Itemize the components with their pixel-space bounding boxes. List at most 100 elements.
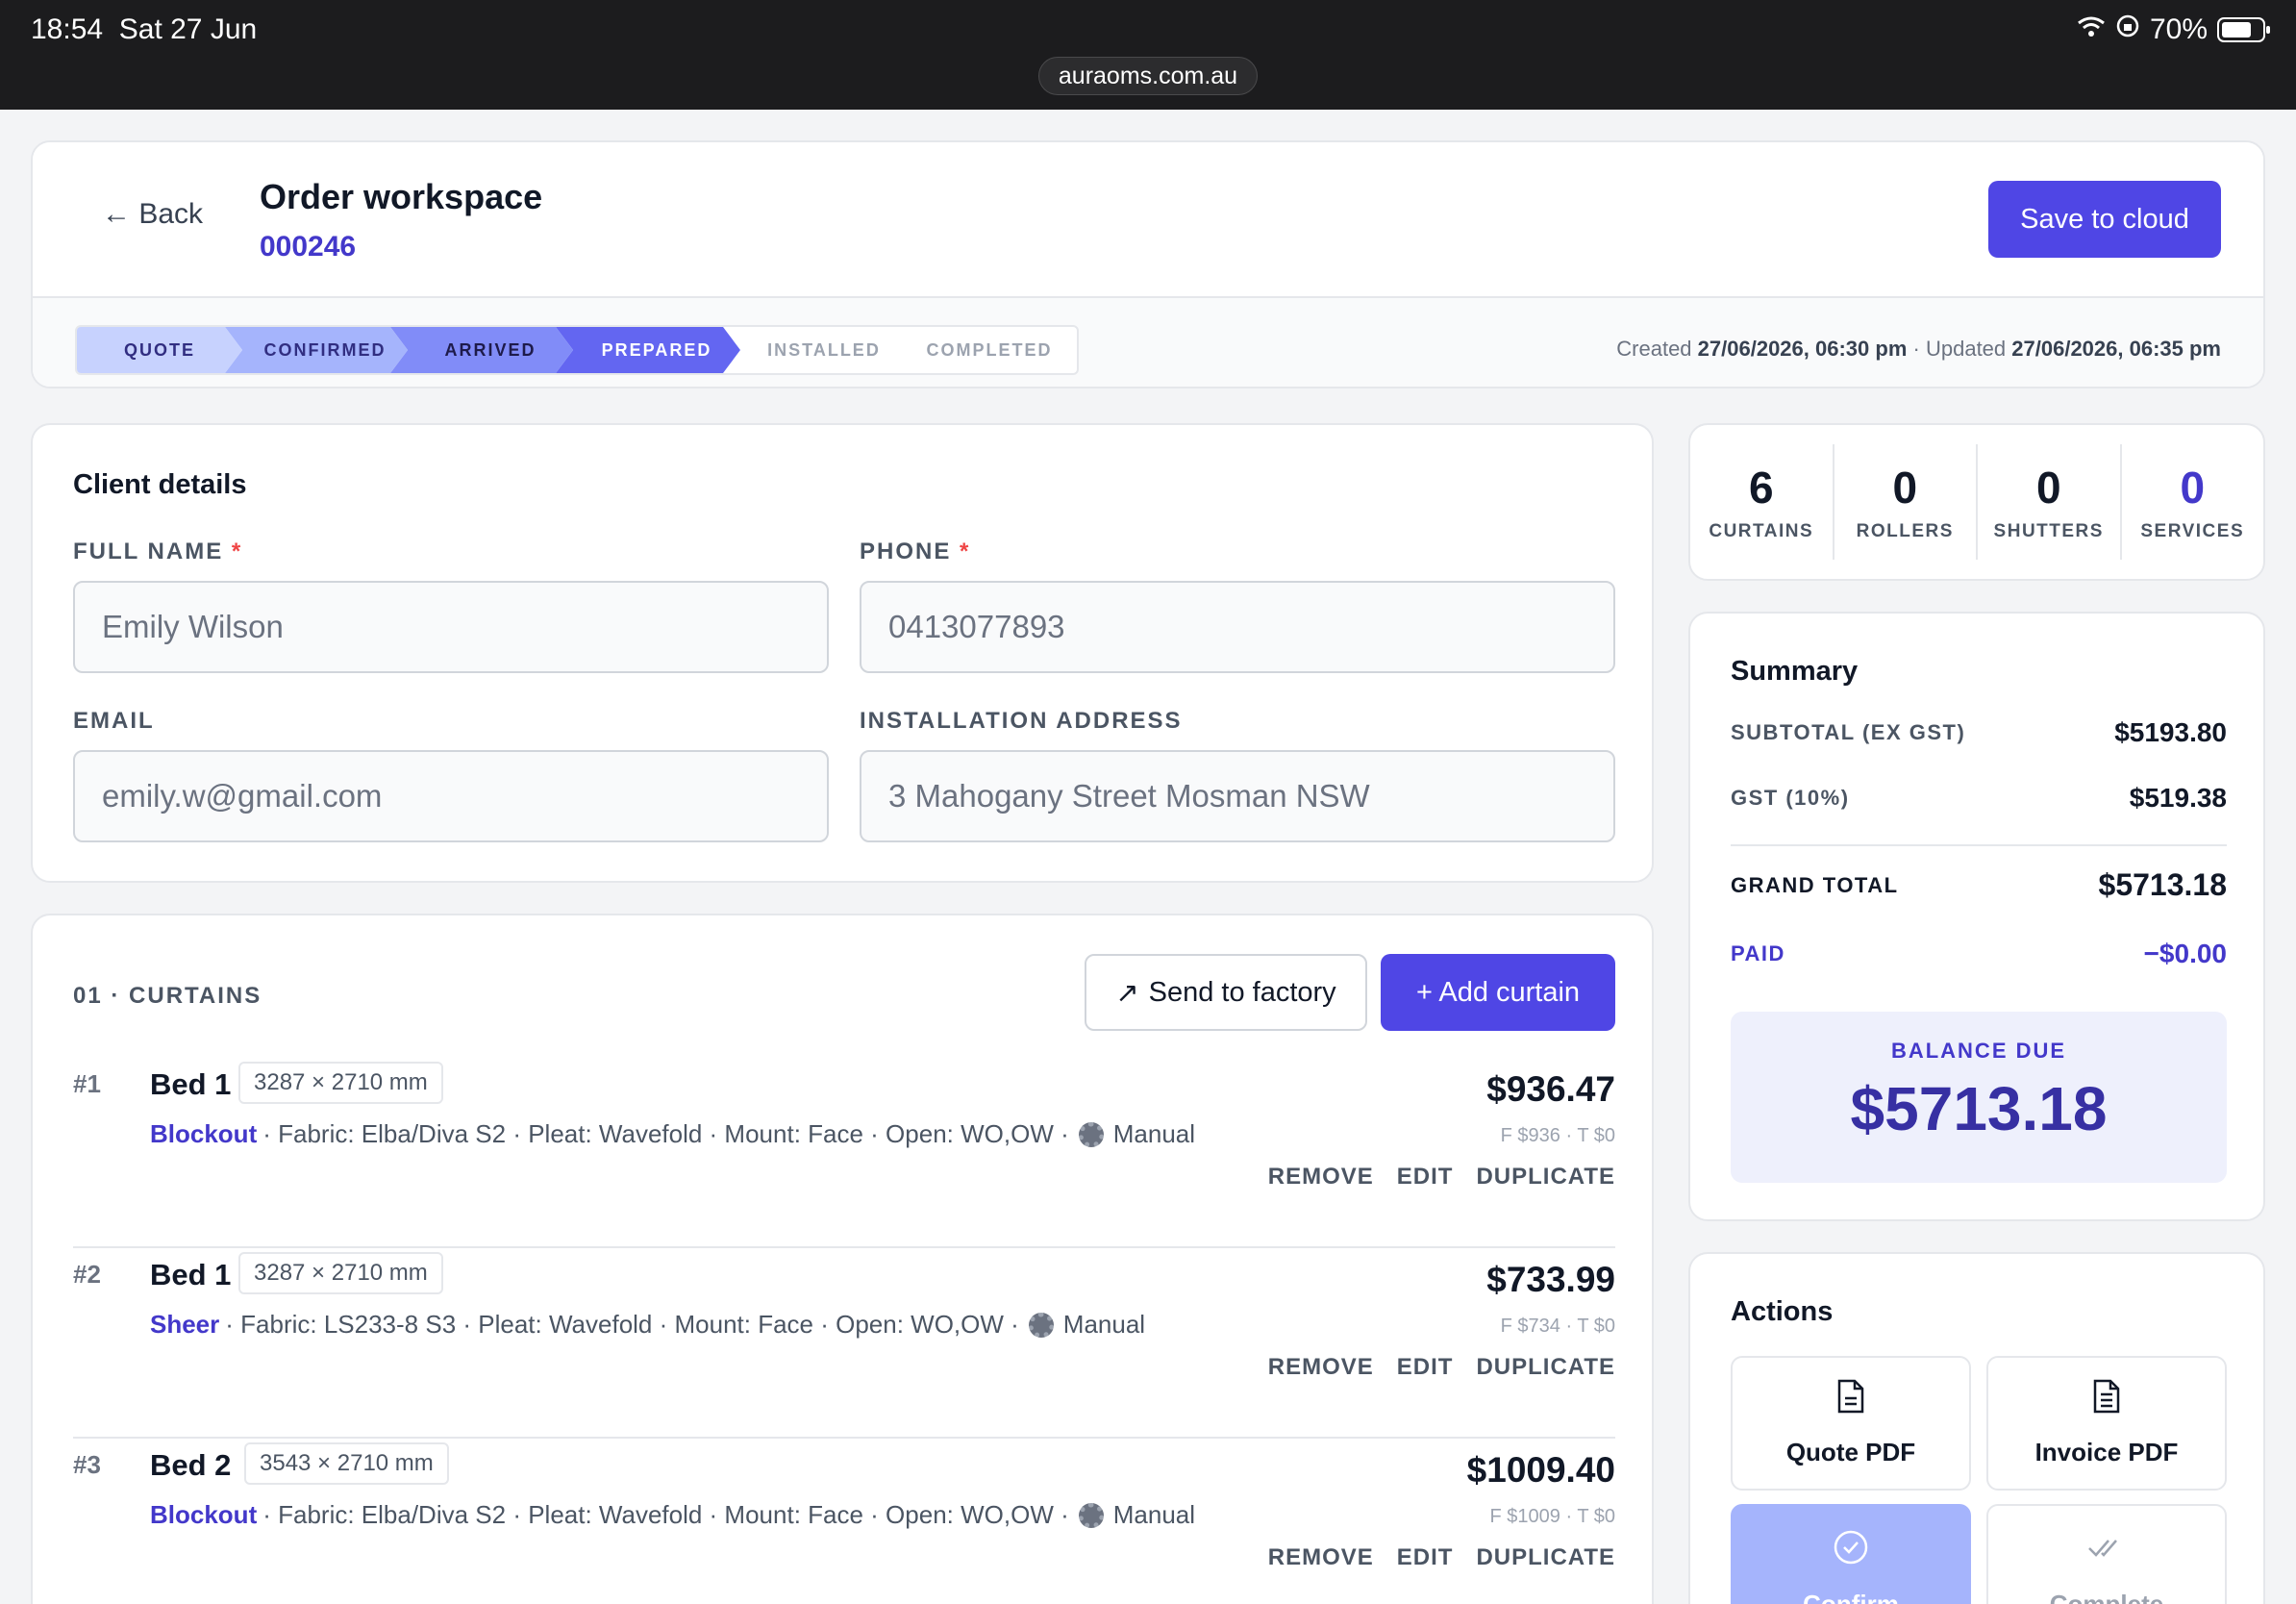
count-services: 0 SERVICES bbox=[2122, 444, 2264, 560]
item-number: #3 bbox=[73, 1450, 101, 1479]
item-dimensions: 3543 × 2710 mm bbox=[244, 1442, 449, 1485]
item-control: Manual bbox=[1112, 1500, 1196, 1529]
quote-pdf-label: Quote PDF bbox=[1785, 1438, 1916, 1466]
address-label: INSTALLATION ADDRESS bbox=[860, 708, 1183, 734]
status-time: 18:54 Sat 27 Jun bbox=[31, 13, 258, 45]
phone-field[interactable]: 0413077893 bbox=[860, 581, 1615, 673]
edit-button[interactable]: EDIT bbox=[1397, 1354, 1454, 1381]
gear-icon bbox=[1078, 1121, 1104, 1147]
product-counts: 6 CURTAINS 0 ROLLERS 0 SHUTTERS 0 SERVIC… bbox=[1688, 423, 2265, 581]
item-room: Bed 1 bbox=[150, 1258, 232, 1291]
complete-button[interactable]: Complete bbox=[1986, 1504, 2227, 1604]
quote-pdf-button[interactable]: Quote PDF bbox=[1731, 1356, 1971, 1491]
url-bar[interactable]: auraoms.com.au bbox=[1038, 57, 1258, 95]
duplicate-button[interactable]: DUPLICATE bbox=[1476, 1164, 1615, 1190]
item-description: Sheer · Fabric: LS233-8 S3 · Pleat: Wave… bbox=[150, 1310, 1145, 1340]
arrow-up-right-icon: ↗ bbox=[1115, 977, 1139, 1009]
client-details-card: Client details FULL NAME * Emily Wilson … bbox=[31, 423, 1654, 883]
balance-due-label: BALANCE DUE bbox=[1890, 1039, 2067, 1063]
step-confirmed[interactable]: CONFIRMED bbox=[225, 327, 408, 373]
gear-icon bbox=[1028, 1312, 1054, 1338]
edit-button[interactable]: EDIT bbox=[1397, 1164, 1454, 1190]
email-field[interactable]: emily.w@gmail.com bbox=[73, 750, 829, 842]
item-description: Blockout · Fabric: Elba/Diva S2 · Pleat:… bbox=[150, 1500, 1195, 1530]
item-type: Sheer bbox=[150, 1310, 220, 1339]
grand-total-value: $5713.18 bbox=[2098, 867, 2227, 902]
summary-title: Summary bbox=[1731, 656, 1859, 687]
step-installed[interactable]: INSTALLED bbox=[740, 327, 908, 373]
count-curtains: 6 CURTAINS bbox=[1690, 444, 1834, 560]
item-details: · Fabric: Elba/Diva S2 · Pleat: Wavefold… bbox=[262, 1500, 1069, 1529]
item-dimensions: 3287 × 2710 mm bbox=[238, 1252, 443, 1294]
full-name-label: FULL NAME * bbox=[73, 539, 243, 564]
step-arrived[interactable]: ARRIVED bbox=[390, 327, 573, 373]
count-value: 0 bbox=[2180, 463, 2206, 513]
step-prepared[interactable]: PREPARED bbox=[556, 327, 740, 373]
confirm-label: Confirm bbox=[1803, 1590, 1899, 1604]
battery-icon bbox=[2217, 17, 2270, 42]
count-value: 0 bbox=[1892, 463, 1918, 513]
duplicate-button[interactable]: DUPLICATE bbox=[1476, 1354, 1615, 1381]
item-price-breakdown: F $936 · T $0 bbox=[1500, 1125, 1615, 1146]
item-dimensions: 3287 × 2710 mm bbox=[238, 1062, 443, 1104]
gst-label: GST (10%) bbox=[1731, 786, 1850, 810]
item-number: #2 bbox=[73, 1260, 101, 1289]
count-label: SHUTTERS bbox=[1993, 521, 2104, 541]
summary-divider bbox=[1731, 844, 2227, 846]
curtains-card: 01 · CURTAINS ↗ Send to factory + Add cu… bbox=[31, 914, 1654, 1604]
curtain-item: #2 Bed 1 3287 × 2710 mm Sheer · Fabric: … bbox=[73, 1248, 1615, 1439]
item-type: Blockout bbox=[150, 1119, 258, 1148]
summary-card: Summary SUBTOTAL (EX GST) $5193.80 GST (… bbox=[1688, 612, 2265, 1221]
send-to-factory-button[interactable]: ↗ Send to factory bbox=[1085, 954, 1367, 1031]
item-price: $1009.40 bbox=[1466, 1450, 1615, 1490]
back-button[interactable]: ← Back bbox=[102, 198, 203, 231]
status-stepper: QUOTE CONFIRMED ARRIVED PREPARED INSTALL… bbox=[75, 325, 1079, 375]
gear-icon bbox=[1078, 1502, 1104, 1528]
save-to-cloud-button[interactable]: Save to cloud bbox=[1988, 181, 2221, 258]
item-price: $936.47 bbox=[1486, 1069, 1615, 1109]
duplicate-button[interactable]: DUPLICATE bbox=[1476, 1544, 1615, 1571]
curtain-item: #1 Bed 1 3287 × 2710 mm Blockout · Fabri… bbox=[73, 1058, 1615, 1248]
remove-button[interactable]: REMOVE bbox=[1268, 1354, 1374, 1381]
remove-button[interactable]: REMOVE bbox=[1268, 1544, 1374, 1571]
invoice-pdf-button[interactable]: Invoice PDF bbox=[1986, 1356, 2227, 1491]
actions-card: Actions Quote PDF Invoice PDF Confirm Co… bbox=[1688, 1252, 2265, 1604]
remove-button[interactable]: REMOVE bbox=[1268, 1164, 1374, 1190]
count-value: 0 bbox=[2035, 463, 2061, 513]
full-name-field[interactable]: Emily Wilson bbox=[73, 581, 829, 673]
item-details: · Fabric: Elba/Diva S2 · Pleat: Wavefold… bbox=[262, 1119, 1069, 1148]
item-price-breakdown: F $734 · T $0 bbox=[1500, 1316, 1615, 1337]
paid-label: PAID bbox=[1731, 941, 1785, 965]
double-check-icon bbox=[2085, 1529, 2128, 1572]
paid-value: −$0.00 bbox=[2143, 939, 2227, 968]
item-price: $733.99 bbox=[1486, 1260, 1615, 1299]
item-room: Bed 2 bbox=[150, 1448, 232, 1482]
gst-value: $519.38 bbox=[2129, 783, 2227, 813]
status-indicators: 70% bbox=[2077, 13, 2270, 46]
item-description: Blockout · Fabric: Elba/Diva S2 · Pleat:… bbox=[150, 1119, 1195, 1149]
confirm-button[interactable]: Confirm bbox=[1731, 1504, 1971, 1604]
document-icon bbox=[1836, 1379, 1865, 1420]
page-title: Order workspace bbox=[260, 177, 543, 216]
item-actions: REMOVE EDIT DUPLICATE bbox=[1268, 1544, 1615, 1571]
item-actions: REMOVE EDIT DUPLICATE bbox=[1268, 1164, 1615, 1190]
order-timestamps: Created 27/06/2026, 06:30 pm · Updated 2… bbox=[1616, 337, 2221, 361]
send-to-factory-label: Send to factory bbox=[1148, 976, 1336, 1008]
wifi-icon bbox=[2077, 13, 2106, 46]
item-control: Manual bbox=[1062, 1310, 1146, 1339]
item-details: · Fabric: LS233-8 S3 · Pleat: Wavefold ·… bbox=[225, 1310, 1019, 1339]
subtotal-row: SUBTOTAL (EX GST) $5193.80 bbox=[1731, 717, 2227, 748]
address-field[interactable]: 3 Mahogany Street Mosman NSW bbox=[860, 750, 1615, 842]
count-label: ROLLERS bbox=[1856, 521, 1954, 541]
curtain-item: #3 Bed 2 3543 × 2710 mm Blockout · Fabri… bbox=[73, 1439, 1615, 1604]
invoice-pdf-label: Invoice PDF bbox=[2034, 1438, 2179, 1466]
step-completed[interactable]: COMPLETED bbox=[908, 327, 1071, 373]
step-quote[interactable]: QUOTE bbox=[77, 327, 242, 373]
count-rollers: 0 ROLLERS bbox=[1834, 444, 1978, 560]
edit-button[interactable]: EDIT bbox=[1397, 1544, 1454, 1571]
item-actions: REMOVE EDIT DUPLICATE bbox=[1268, 1354, 1615, 1381]
header-status-bar: QUOTE CONFIRMED ARRIVED PREPARED INSTALL… bbox=[33, 298, 2263, 387]
gst-row: GST (10%) $519.38 bbox=[1731, 783, 2227, 814]
count-label: SERVICES bbox=[2140, 521, 2245, 541]
add-curtain-button[interactable]: + Add curtain bbox=[1381, 954, 1615, 1031]
